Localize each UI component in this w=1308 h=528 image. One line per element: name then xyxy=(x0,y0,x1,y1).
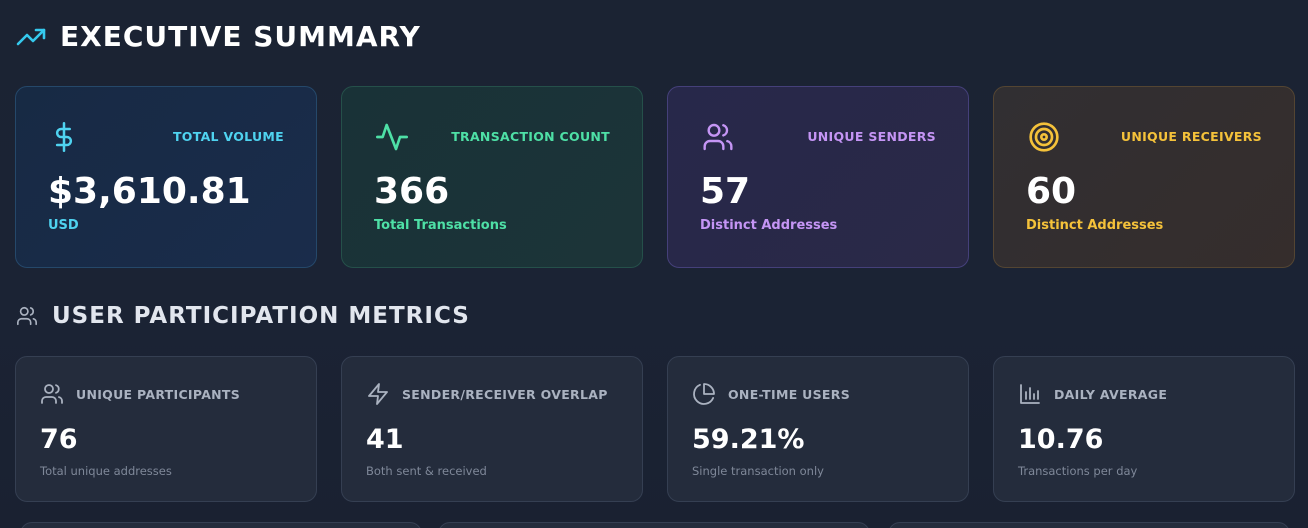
card-label: TOTAL VOLUME xyxy=(172,129,284,144)
users-icon xyxy=(16,305,38,327)
card-subtitle: Distinct Addresses xyxy=(700,218,838,233)
metric-value: 59.21% xyxy=(692,424,805,455)
bar-chart-icon xyxy=(1018,382,1042,410)
executive-summary-title: EXECUTIVE SUMMARY xyxy=(16,20,421,53)
card-value: 57 xyxy=(700,171,751,212)
metric-subtitle: Single transaction only xyxy=(692,464,824,478)
metric-subtitle: Both sent & received xyxy=(366,464,487,478)
card-label: UNIQUE SENDERS xyxy=(807,129,936,144)
unique-senders-card: UNIQUE SENDERS 57 Distinct Addresses xyxy=(667,86,969,268)
metric-subtitle: Total unique addresses xyxy=(40,464,172,478)
trending-up-icon xyxy=(16,26,46,48)
unique-receivers-card: UNIQUE RECEIVERS 60 Distinct Addresses xyxy=(993,86,1295,268)
sender-receiver-overlap-card: SENDER/RECEIVER OVERLAP 41 Both sent & r… xyxy=(341,356,643,502)
metric-value: 10.76 xyxy=(1018,424,1104,455)
pie-chart-icon xyxy=(692,382,716,410)
one-time-users-card: ONE-TIME USERS 59.21% Single transaction… xyxy=(667,356,969,502)
activity-icon xyxy=(376,121,408,157)
users-icon xyxy=(702,121,734,157)
card-value: $3,610.81 xyxy=(48,171,251,212)
metric-value: 41 xyxy=(366,424,404,455)
card-label: UNIQUE RECEIVERS xyxy=(1120,129,1262,144)
dollar-icon xyxy=(50,121,78,157)
metric-label: UNIQUE PARTICIPANTS xyxy=(76,387,241,402)
daily-average-card: DAILY AVERAGE 10.76 Transactions per day xyxy=(993,356,1295,502)
unique-participants-card: UNIQUE PARTICIPANTS 76 Total unique addr… xyxy=(15,356,317,502)
card-subtitle: Distinct Addresses xyxy=(1026,218,1164,233)
transaction-count-card: TRANSACTION COUNT 366 Total Transactions xyxy=(341,86,643,268)
metric-label: SENDER/RECEIVER OVERLAP xyxy=(402,387,608,402)
zap-icon xyxy=(366,382,390,410)
card-value: 60 xyxy=(1026,171,1077,212)
card-label: TRANSACTION COUNT xyxy=(451,129,610,144)
user-participation-heading: USER PARTICIPATION METRICS xyxy=(52,303,470,329)
metric-label: DAILY AVERAGE xyxy=(1054,387,1168,402)
total-volume-card: TOTAL VOLUME $3,610.81 USD xyxy=(15,86,317,268)
card-value: 366 xyxy=(374,171,450,212)
next-section-card xyxy=(888,522,1290,528)
card-subtitle: USD xyxy=(48,218,79,233)
executive-summary-heading: EXECUTIVE SUMMARY xyxy=(60,20,421,53)
user-participation-title: USER PARTICIPATION METRICS xyxy=(16,303,470,329)
next-section-card xyxy=(20,522,422,528)
metric-subtitle: Transactions per day xyxy=(1018,464,1138,478)
target-icon xyxy=(1028,121,1060,157)
next-section-card xyxy=(438,522,870,528)
card-subtitle: Total Transactions xyxy=(374,218,507,233)
users-icon xyxy=(40,382,64,410)
metric-label: ONE-TIME USERS xyxy=(728,387,851,402)
metric-value: 76 xyxy=(40,424,78,455)
